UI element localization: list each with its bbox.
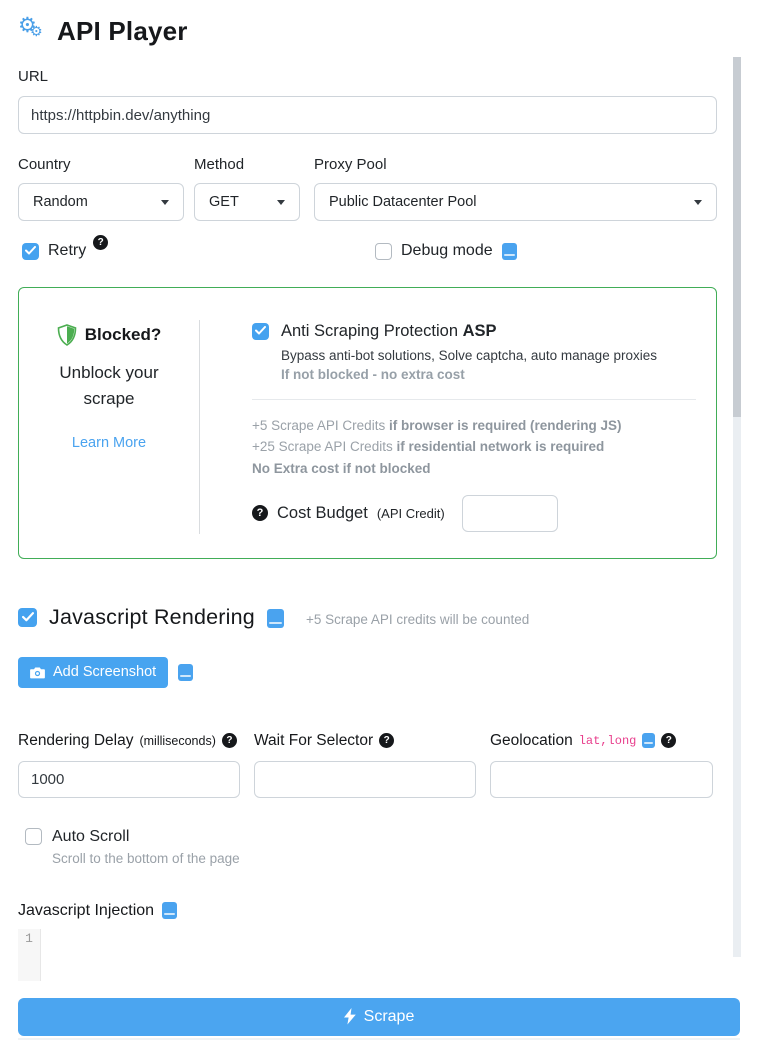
rendering-delay-label: Rendering Delay [18,732,133,750]
editor-code-area[interactable] [41,929,733,981]
shield-icon [57,324,77,346]
camera-icon [30,666,45,679]
cost-budget-help-icon[interactable]: ? [252,505,268,521]
auto-scroll-description: Scroll to the bottom of the page [52,851,769,866]
caret-down-icon [161,200,169,205]
js-injection-label: Javascript Injection [18,902,154,920]
caret-down-icon [277,200,285,205]
retry-help-icon[interactable]: ? [93,235,108,250]
asp-panel: Blocked? Unblock your scrape Learn More … [18,287,717,559]
debug-checkbox[interactable] [375,243,392,260]
debug-mode-toggle[interactable]: Debug mode [375,242,517,260]
page-header: ⚙ ⚙ API Player [18,14,769,48]
url-input-value: https://httpbin.dev/anything [31,107,210,124]
rendering-delay-help-icon[interactable]: ? [222,733,237,748]
asp-label: Anti Scraping Protection ASP [281,322,497,341]
auto-scroll-checkbox[interactable] [25,828,42,845]
screenshot-docs-book-icon[interactable] [178,664,193,681]
lightning-bolt-icon [344,1008,356,1025]
js-rendering-docs-book-icon[interactable] [267,609,284,628]
asp-description: Bypass anti-bot solutions, Solve captcha… [281,348,696,363]
url-input[interactable]: https://httpbin.dev/anything [18,96,717,134]
rendering-delay-field: Rendering Delay (milliseconds) ? [18,732,244,798]
wait-for-selector-input[interactable] [254,761,476,798]
geolocation-help-icon[interactable]: ? [661,733,676,748]
blocked-title-row: Blocked? [29,324,189,346]
api-player-page: ⚙ ⚙ API Player URL https://httpbin.dev/a… [0,0,769,1042]
js-rendering-label: Javascript Rendering [49,605,255,630]
wait-for-selector-label: Wait For Selector [254,732,373,750]
rendering-delay-input[interactable] [18,761,240,798]
url-label: URL [18,68,769,85]
debug-docs-book-icon[interactable] [502,243,517,260]
gears-icon: ⚙ ⚙ [18,16,48,46]
proxy-pool-select[interactable]: Public Datacenter Pool [314,183,717,221]
vertical-scrollbar[interactable] [733,57,741,957]
bottom-divider [18,1038,740,1040]
method-select[interactable]: GET [194,183,300,221]
asp-divider [252,399,696,400]
js-rendering-credit-note: +5 Scrape API credits will be counted [306,612,529,627]
geolocation-field: Geolocation lat,long ? [490,732,717,798]
cost-budget-unit: (API Credit) [377,506,445,521]
editor-line-number: 1 [18,929,41,981]
page-title: API Player [57,16,188,47]
toggles-row: Retry ? Debug mode [18,242,717,272]
geolocation-input[interactable] [490,761,713,798]
js-rendering-checkbox[interactable] [18,608,37,627]
auto-scroll-toggle[interactable]: Auto Scroll [25,828,769,846]
retry-toggle[interactable]: Retry ? [22,242,110,260]
js-injection-docs-book-icon[interactable] [162,902,177,919]
country-label: Country [18,156,194,173]
select-row: Country Random Method GET Proxy Pool Pub… [18,156,717,221]
screenshot-row: Add Screenshot [18,657,769,688]
rendering-delay-unit: (milliseconds) [139,734,215,748]
debug-label: Debug mode [401,242,493,260]
method-label: Method [194,156,314,173]
asp-column: Anti Scraping Protection ASP Bypass anti… [200,288,716,558]
cost-budget-row: ? Cost Budget (API Credit) [252,495,696,532]
scrollbar-thumb[interactable] [733,57,741,417]
render-options-row: Rendering Delay (milliseconds) ? Wait Fo… [18,732,717,798]
js-rendering-toggle[interactable]: Javascript Rendering +5 Scrape API credi… [18,605,769,630]
scrape-button[interactable]: Scrape [18,998,740,1036]
asp-abbr: ASP [463,322,497,340]
asp-toggle[interactable]: Anti Scraping Protection ASP [252,322,696,341]
wait-for-selector-help-icon[interactable]: ? [379,733,394,748]
credit-line: No Extra cost if not blocked [252,458,696,479]
retry-label: Retry [48,242,86,260]
auto-scroll-label: Auto Scroll [52,828,129,846]
credit-line: +25 Scrape API Credits if residential ne… [252,436,696,457]
wait-for-selector-field: Wait For Selector ? [254,732,480,798]
retry-checkbox[interactable] [22,243,39,260]
geolocation-label: Geolocation [490,732,573,750]
asp-credit-lines: +5 Scrape API Credits if browser is requ… [252,415,696,479]
auto-scroll-section: Auto Scroll Scroll to the bottom of the … [18,828,769,866]
proxy-pool-label: Proxy Pool [314,156,717,173]
js-injection-header: Javascript Injection [18,902,769,920]
blocked-column: Blocked? Unblock your scrape Learn More [19,320,200,534]
blocked-subtitle: Unblock your scrape [49,360,169,411]
cost-budget-input[interactable] [462,495,558,532]
asp-checkbox[interactable] [252,323,269,340]
geolocation-docs-book-icon[interactable] [642,733,655,748]
geolocation-format-code: lat,long [579,734,637,748]
cost-budget-label: Cost Budget [277,504,368,523]
credit-line: +5 Scrape API Credits if browser is requ… [252,415,696,436]
blocked-title: Blocked? [85,325,162,345]
js-injection-editor[interactable]: 1 [18,929,733,981]
caret-down-icon [694,200,702,205]
asp-no-cost-note: If not blocked - no extra cost [281,367,696,382]
add-screenshot-button[interactable]: Add Screenshot [18,657,168,688]
country-select[interactable]: Random [18,183,184,221]
learn-more-link[interactable]: Learn More [72,435,146,451]
